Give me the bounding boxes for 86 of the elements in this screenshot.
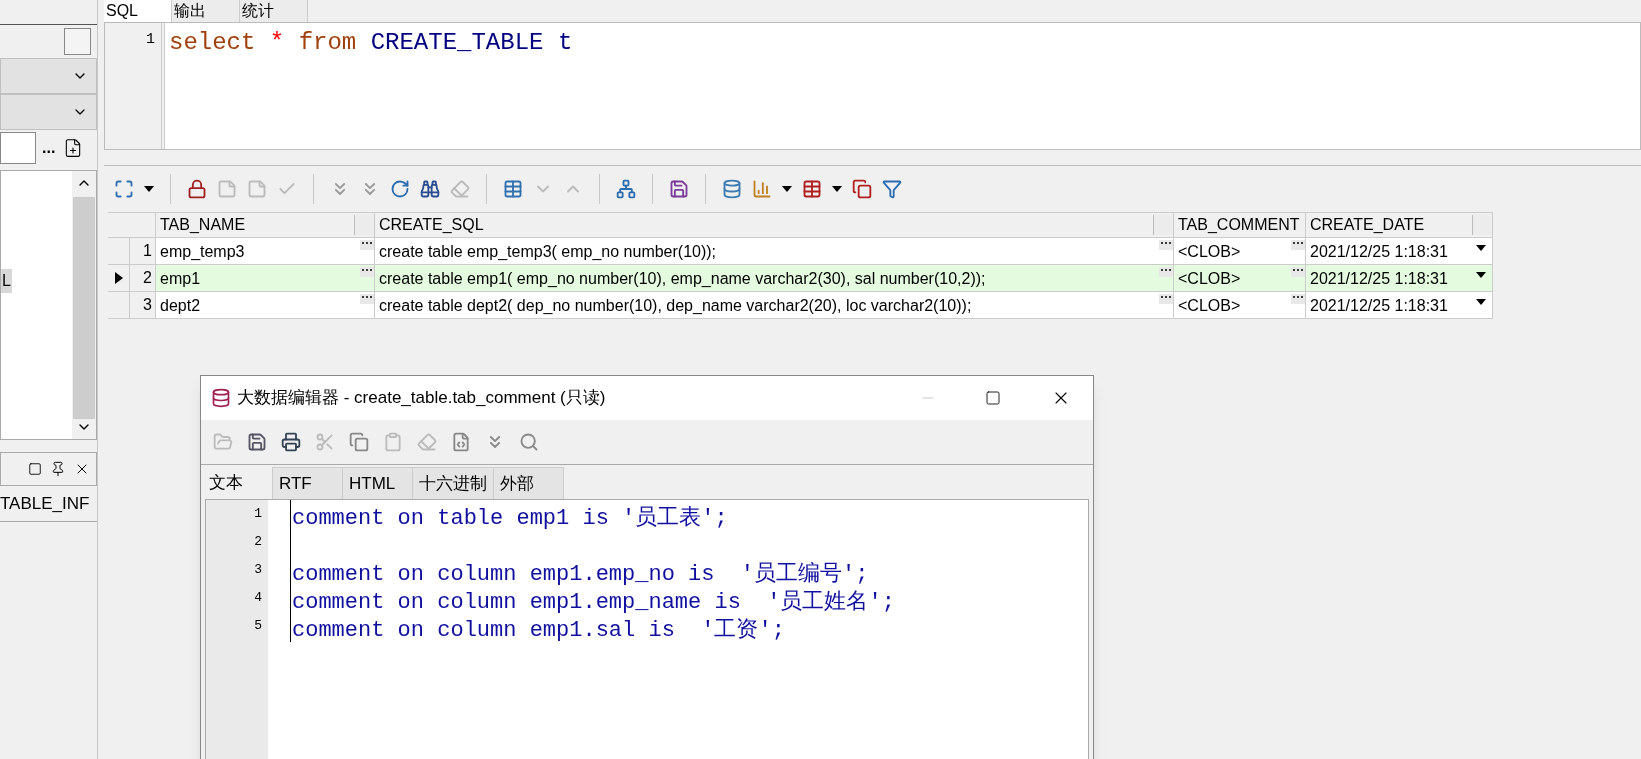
copy-icon[interactable]	[349, 432, 369, 452]
binoculars-icon[interactable]	[420, 179, 440, 199]
ellipsis-icon[interactable]	[1159, 294, 1173, 304]
refresh-icon[interactable]	[390, 179, 410, 199]
maximize-icon[interactable]	[985, 390, 1001, 406]
table-row[interactable]: 2 emp1 create table emp1( emp_no number(10), emp_name varchar2(30), sal number(10,2)); <CLOB> 2021/12/25 1:18:31	[108, 265, 1493, 292]
table-cell-text: emp_temp3	[160, 242, 245, 262]
column-header[interactable]: TAB_COMMENT	[1178, 213, 1300, 237]
print-icon[interactable]	[281, 432, 301, 452]
ellipsis-icon[interactable]	[1159, 240, 1173, 250]
scrollbar[interactable]	[72, 171, 96, 439]
table-cell-text: dept2	[160, 296, 201, 316]
ellipsis-icon[interactable]	[1291, 267, 1305, 277]
editor-tab[interactable]: 输出	[172, 0, 240, 22]
search-icon[interactable]	[519, 432, 539, 452]
line-number: 3	[254, 561, 262, 579]
table-icon[interactable]	[802, 179, 822, 199]
save-icon[interactable]	[669, 179, 689, 199]
table-cell-text: 2021/12/25 1:18:31	[1310, 269, 1448, 289]
dialog-tab[interactable]: 外部	[494, 467, 564, 499]
table-cell-text: 2021/12/25 1:18:31	[1310, 242, 1448, 262]
line-number: 5	[254, 617, 262, 635]
maximize-icon[interactable]	[28, 462, 42, 476]
ellipsis-icon[interactable]	[360, 294, 374, 304]
caret-icon[interactable]	[832, 186, 842, 192]
ellipsis-icon[interactable]	[1291, 240, 1305, 250]
text-editor[interactable]: 1 2 3 4 5 comment on table emp1 is '员工表'; comment on column emp1.emp_no is '员工编号'; comment on column emp1.emp_name is '员工姓名'; comment on column emp1.sal is '工资';	[205, 499, 1089, 759]
code-line: comment on column emp1.sal is '工资';	[292, 618, 785, 643]
row-number: 3	[130, 292, 156, 318]
dialog-tab[interactable]: HTML	[343, 467, 413, 499]
pin-icon[interactable]	[50, 461, 66, 477]
code-line: comment on column emp1.emp_name is '员工姓名';	[292, 590, 895, 615]
code-file-icon[interactable]	[451, 432, 471, 452]
row-number: 2	[130, 265, 156, 291]
caret-icon[interactable]	[1476, 245, 1486, 251]
editor-tab[interactable]: 统计	[240, 0, 308, 22]
scrollbar-thumb[interactable]	[73, 197, 95, 419]
table-cell-text: create table emp1( emp_no number(10), emp_name varchar2(30), sal number(10,2));	[379, 269, 986, 289]
ellipsis-icon[interactable]	[360, 267, 374, 277]
ellipsis-icon[interactable]	[1291, 294, 1305, 304]
bar-chart-icon[interactable]	[752, 179, 772, 199]
ellipsis-icon[interactable]	[1159, 267, 1173, 277]
line-number: 1	[254, 505, 262, 523]
line-number: 4	[254, 589, 262, 607]
table-cell-text: <CLOB>	[1178, 296, 1241, 316]
row-selector[interactable]	[108, 265, 130, 291]
table-cell-text: create table emp_temp3( emp_no number(10));	[379, 242, 717, 262]
table-row[interactable]: 1 emp_temp3 create table emp_temp3( emp_no number(10)); <CLOB> 2021/12/25 1:18:31	[108, 238, 1493, 265]
table-cell-text: create table dept2( dep_no number(10), dep_name varchar2(20), loc varchar2(10));	[379, 296, 972, 316]
checkbox[interactable]	[64, 28, 91, 55]
filter-icon[interactable]	[882, 179, 902, 199]
save-icon[interactable]	[247, 432, 267, 452]
tree-icon[interactable]	[616, 179, 636, 199]
dialog-tab[interactable]: 十六进制	[413, 467, 494, 499]
row-number: 1	[130, 238, 156, 264]
code-line: comment on column emp1.emp_no is '员工编号';	[292, 562, 869, 587]
table-row[interactable]: 3 dept2 create table dept2( dep_no number(10), dep_name varchar2(20), loc varchar2(10)); <CLOB> 2021/12/25 1:18:31	[108, 292, 1493, 319]
table-cell-text: <CLOB>	[1178, 242, 1241, 262]
database-icon	[211, 388, 231, 408]
table-cell-text: 2021/12/25 1:18:31	[1310, 296, 1448, 316]
column-header[interactable]: CREATE_SQL	[379, 213, 484, 237]
table-cell-text: emp1	[160, 269, 201, 289]
caret-icon[interactable]	[144, 186, 154, 192]
browse-button[interactable]: ...	[42, 140, 56, 156]
sql-editor[interactable]: 1 select * from CREATE_TABLE t	[104, 22, 1641, 150]
caret-icon[interactable]	[1476, 299, 1486, 305]
ellipsis-icon[interactable]	[360, 240, 374, 250]
caret-icon[interactable]	[782, 186, 792, 192]
panel-tab[interactable]: TABLE_INF	[0, 490, 90, 517]
table-cell-text: <CLOB>	[1178, 269, 1241, 289]
column-header[interactable]: TAB_NAME	[160, 213, 246, 237]
code-line: select * from CREATE_TABLE t	[169, 28, 573, 58]
database-icon[interactable]	[722, 179, 742, 199]
editor-tab[interactable]: SQL	[104, 0, 172, 22]
list-item[interactable]: L	[1, 269, 12, 293]
current-row-icon	[114, 272, 123, 284]
column-header[interactable]: CREATE_DATE	[1310, 213, 1425, 237]
select-icon[interactable]	[114, 179, 134, 199]
line-number: 2	[254, 533, 262, 551]
window-title: 大数据编辑器 - create_table.tab_comment (只读)	[237, 387, 606, 410]
code-line: comment on table emp1 is '员工表';	[292, 506, 728, 531]
line-number: 1	[146, 30, 155, 50]
dialog-tab[interactable]: RTF	[273, 467, 343, 499]
lock-icon[interactable]	[187, 179, 207, 199]
caret-icon[interactable]	[1476, 272, 1486, 278]
input-field[interactable]	[0, 132, 36, 164]
